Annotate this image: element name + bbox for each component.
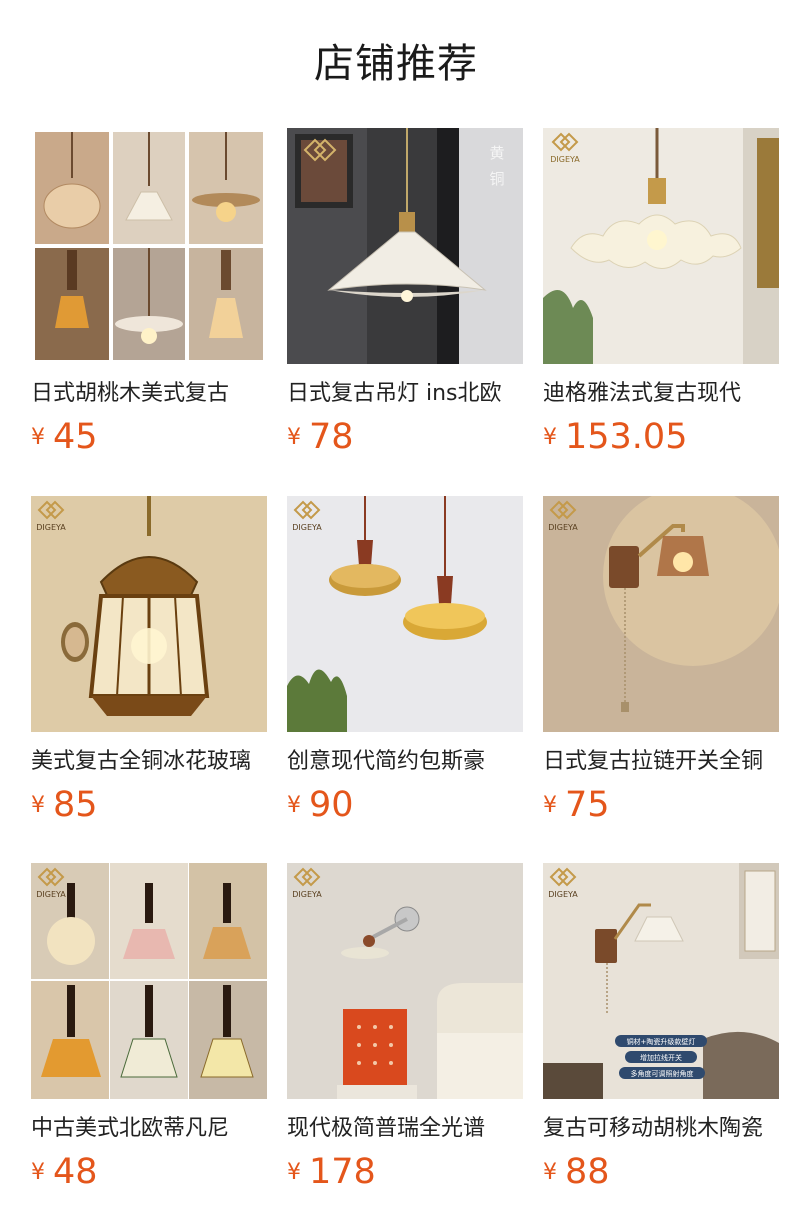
product-price: ¥75 <box>543 782 610 828</box>
product-price: ¥85 <box>31 782 98 828</box>
product-name[interactable]: 日式复古拉链开关全铜 <box>543 746 779 778</box>
product-card-6[interactable]: DIGEYA 日式复古拉链开关全铜 ¥75 <box>543 496 779 832</box>
product-name[interactable]: 现代极简普瑞全光谱 <box>287 1113 523 1145</box>
product-name[interactable]: 日式胡桃木美式复古 <box>31 378 267 410</box>
six-glass-pendant-collage-icon <box>31 128 267 364</box>
product-price: ¥178 <box>287 1149 376 1195</box>
page-title: 店铺推荐 <box>314 41 478 87</box>
product-image[interactable]: DIGEYA <box>31 496 267 732</box>
currency-symbol: ¥ <box>31 1160 45 1185</box>
currency-symbol: ¥ <box>31 793 45 818</box>
brand-mark-text: DIGEYA <box>550 155 580 164</box>
price-value: 90 <box>309 785 354 825</box>
price-value: 48 <box>53 1152 98 1192</box>
brand-mark-text: DIGEYA <box>548 890 578 899</box>
currency-symbol: ¥ <box>31 425 45 450</box>
product-image[interactable]: 黄 铜 <box>287 128 523 364</box>
brand-mark-text: DIGEYA <box>292 890 322 899</box>
product-image[interactable]: DIGEYA <box>287 496 523 732</box>
product-price: ¥88 <box>543 1149 610 1195</box>
product-card-7[interactable]: DIGEYA 中古美式北欧蒂凡尼 ¥48 <box>31 863 267 1199</box>
pleated-ceramic-pendant-icon: 黄 铜 <box>287 128 523 364</box>
amber-double-pendant-icon: DIGEYA <box>287 496 523 732</box>
image-label-text: 增加拉线开关 <box>640 1053 682 1062</box>
product-card-9[interactable]: 铜材+陶瓷升级款壁灯 增加拉线开关 多角度可调照射角度 DIGEYA 复古可移动… <box>543 863 779 1199</box>
store-recommendation-page: 店铺推荐 日式胡桃木美式复古 ¥ 45 黄 铜 日式复古吊灯 ins北欧 ¥ 7… <box>0 0 792 1230</box>
currency-symbol: ¥ <box>287 1160 301 1185</box>
product-name[interactable]: 迪格雅法式复古现代 <box>543 378 779 410</box>
product-name[interactable]: 日式复古吊灯 ins北欧 <box>287 378 523 410</box>
product-name[interactable]: 复古可移动胡桃木陶瓷 <box>543 1113 779 1145</box>
image-badge-text: 黄 <box>489 144 504 162</box>
currency-symbol: ¥ <box>543 1160 557 1185</box>
brand-mark-text: DIGEYA <box>548 523 578 532</box>
price-value: 85 <box>53 785 98 825</box>
product-image[interactable]: DIGEYA <box>31 863 267 1099</box>
price-value: 45 <box>53 417 98 457</box>
product-price: ¥153.05 <box>543 414 687 460</box>
product-card-5[interactable]: DIGEYA 创意现代简约包斯豪 ¥90 <box>287 496 523 832</box>
brass-lantern-pendant-icon: DIGEYA <box>31 496 267 732</box>
product-name[interactable]: 中古美式北欧蒂凡尼 <box>31 1113 267 1145</box>
image-badge-text: 铜 <box>489 170 504 188</box>
pull-chain-wall-sconce-icon: DIGEYA <box>543 496 779 732</box>
image-label-text: 多角度可调照射角度 <box>631 1069 694 1078</box>
minimal-swing-wall-lamp-icon: DIGEYA <box>287 863 523 1099</box>
currency-symbol: ¥ <box>287 793 301 818</box>
product-price: ¥45 <box>31 414 98 460</box>
currency-symbol: ¥ <box>543 793 557 818</box>
price-value: 88 <box>565 1152 610 1192</box>
price-value: 75 <box>565 785 610 825</box>
ceramic-wall-lamp-icon: 铜材+陶瓷升级款壁灯 增加拉线开关 多角度可调照射角度 DIGEYA <box>543 863 779 1099</box>
price-value: 78 <box>309 417 354 457</box>
product-image[interactable]: DIGEYA <box>287 863 523 1099</box>
product-card-4[interactable]: DIGEYA 美式复古全铜冰花玻璃 ¥85 <box>31 496 267 832</box>
product-price: ¥90 <box>287 782 354 828</box>
brand-mark-text: DIGEYA <box>36 523 66 532</box>
product-card-1[interactable]: 日式胡桃木美式复古 ¥45 <box>31 128 267 464</box>
product-image[interactable]: DIGEYA <box>543 496 779 732</box>
product-price: ¥48 <box>31 1149 98 1195</box>
image-label-text: 铜材+陶瓷升级款壁灯 <box>627 1037 696 1046</box>
currency-symbol: ¥ <box>543 425 557 450</box>
product-image[interactable] <box>31 128 267 364</box>
price-value: 178 <box>309 1152 376 1192</box>
tiffany-pendant-collage-icon: DIGEYA <box>31 863 267 1099</box>
ruffled-glass-pendant-icon: DIGEYA <box>543 128 779 364</box>
brand-mark-text: DIGEYA <box>36 890 66 899</box>
product-card-3[interactable]: DIGEYA 迪格雅法式复古现代 ¥153.05 <box>543 128 779 464</box>
currency-symbol: ¥ <box>287 425 301 450</box>
product-card-2[interactable]: 黄 铜 日式复古吊灯 ins北欧 ¥78 <box>287 128 523 464</box>
brand-mark-text: DIGEYA <box>292 523 322 532</box>
product-price: ¥78 <box>287 414 354 460</box>
product-name[interactable]: 创意现代简约包斯豪 <box>287 746 523 778</box>
price-value: 153.05 <box>565 417 688 457</box>
product-name[interactable]: 美式复古全铜冰花玻璃 <box>31 746 267 778</box>
product-card-8[interactable]: DIGEYA 现代极简普瑞全光谱 ¥178 <box>287 863 523 1199</box>
product-image[interactable]: DIGEYA <box>543 128 779 364</box>
product-image[interactable]: 铜材+陶瓷升级款壁灯 增加拉线开关 多角度可调照射角度 DIGEYA <box>543 863 779 1099</box>
